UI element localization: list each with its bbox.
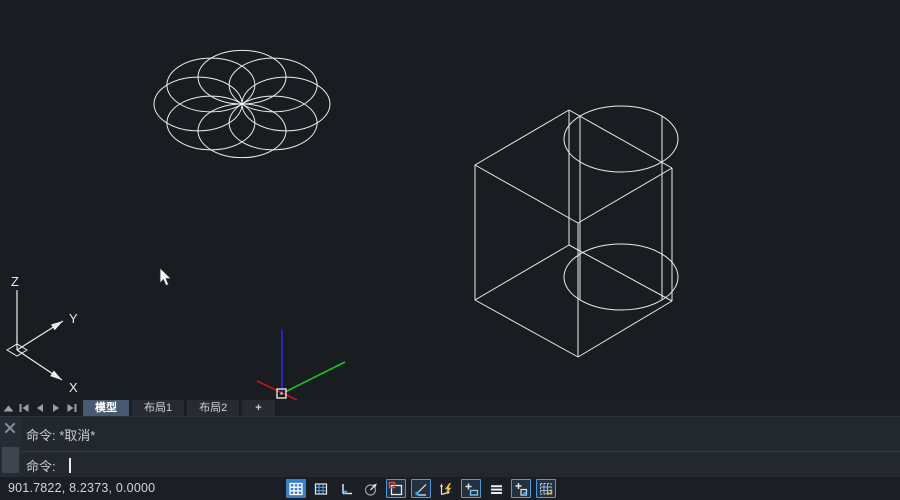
coordinates-readout[interactable]: 901.7822, 8.2373, 0.0000 <box>8 477 155 500</box>
tripod-origin-dot <box>281 393 283 395</box>
box-edge <box>578 301 672 357</box>
grid-icon <box>313 481 329 497</box>
object-snap-tracking-button[interactable] <box>411 479 431 498</box>
cylinder-bottom-ellipse <box>564 244 678 310</box>
box-edge <box>475 245 569 300</box>
next-icon <box>49 401 63 415</box>
status-toggle-group <box>286 478 556 499</box>
annotation-visibility-button[interactable] <box>461 479 481 498</box>
object-snap-icon <box>388 481 404 497</box>
mouse-cursor <box>160 268 171 286</box>
ucs-axis-label: Y <box>69 311 78 326</box>
box-edge <box>475 165 578 223</box>
previous-icon <box>33 401 47 415</box>
snap-mode-button[interactable] <box>286 479 306 498</box>
layout-tab-bar: 模型 布局1 布局2 + <box>0 400 900 416</box>
snap-grid-icon <box>288 481 304 497</box>
command-history-text: 命令: *取消* <box>26 425 95 444</box>
command-input-row[interactable]: 命令: <box>22 453 900 477</box>
ortho-icon <box>338 481 354 497</box>
status-bar: 901.7822, 8.2373, 0.0000 <box>0 477 900 500</box>
object-snap-tracking-icon <box>413 481 429 497</box>
ucs-axis-label: Z <box>11 274 19 289</box>
annotation-visibility-icon <box>463 481 479 497</box>
add-annotation-scale-button[interactable] <box>511 479 531 498</box>
lineweight-icon <box>488 481 504 497</box>
box-edge <box>569 110 672 168</box>
dynamic-input-button[interactable] <box>436 479 456 498</box>
command-window-side-strip <box>0 417 22 477</box>
annotation-scale-sync-button[interactable] <box>536 479 556 498</box>
next-tab-button[interactable] <box>48 400 64 416</box>
tab-add-layout[interactable]: + <box>242 400 274 416</box>
first-icon <box>17 401 31 415</box>
command-window: 命令: *取消* 命令: <box>0 416 900 477</box>
tab-menu-button[interactable] <box>0 400 16 416</box>
object-snap-button[interactable] <box>386 479 406 498</box>
tab-layout2[interactable]: 布局2 <box>187 400 239 416</box>
box-edge <box>569 245 672 301</box>
text-caret <box>69 458 71 473</box>
ortho-mode-button[interactable] <box>336 479 356 498</box>
annotation-scale-sync-icon <box>538 481 554 497</box>
tab-model[interactable]: 模型 <box>83 400 129 416</box>
flower-circle <box>229 58 317 112</box>
lineweight-button[interactable] <box>486 479 506 498</box>
previous-tab-button[interactable] <box>32 400 48 416</box>
ucs-arrowhead <box>51 321 63 330</box>
up-triangle-icon <box>2 402 15 415</box>
command-history-line: 命令: *取消* <box>22 417 900 452</box>
tab-layout1[interactable]: 布局1 <box>132 400 184 416</box>
grid-display-button[interactable] <box>311 479 331 498</box>
last-tab-button[interactable] <box>64 400 80 416</box>
polar-tracking-icon <box>363 481 379 497</box>
add-annotation-scale-icon <box>513 481 529 497</box>
ucs-axis-label: X <box>69 380 78 395</box>
viewport-svg: Z Y X <box>0 0 900 400</box>
last-icon <box>65 401 79 415</box>
close-icon <box>3 421 17 435</box>
box-edge <box>475 300 578 357</box>
polar-tracking-button[interactable] <box>361 479 381 498</box>
dynamic-input-icon <box>438 481 454 497</box>
command-window-drag-handle[interactable] <box>2 447 19 473</box>
command-prompt-text: 命令: <box>26 456 56 475</box>
box-edge <box>475 110 569 165</box>
box-edge <box>578 168 672 223</box>
tripod-y-axis <box>285 362 345 392</box>
drawing-canvas[interactable]: Z Y X <box>0 0 900 400</box>
ucs-arrowhead <box>50 371 62 380</box>
close-command-window-button[interactable] <box>3 421 17 435</box>
first-tab-button[interactable] <box>16 400 32 416</box>
